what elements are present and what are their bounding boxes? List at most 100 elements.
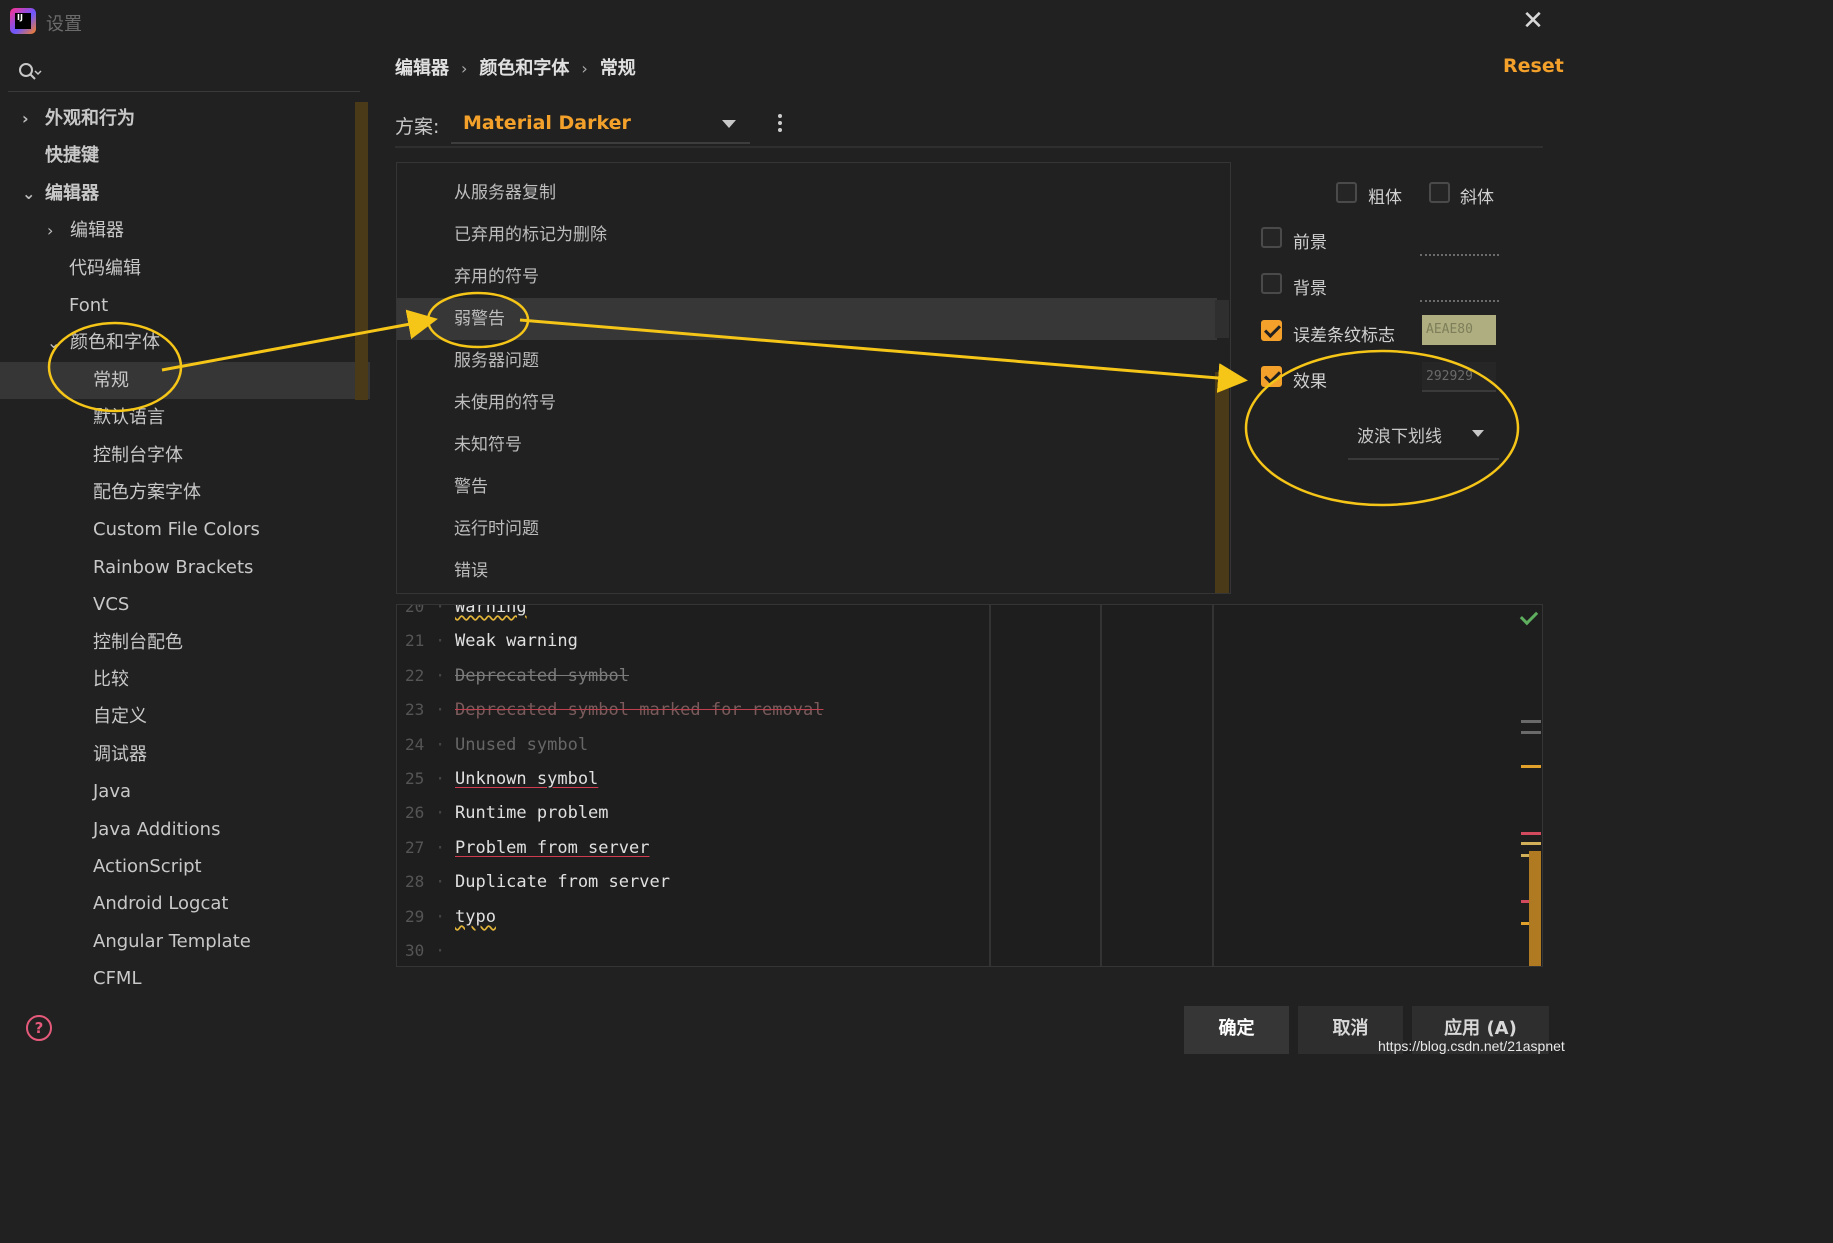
- sidebar-item[interactable]: 代码编辑: [0, 250, 370, 287]
- line-number: 29: [405, 906, 425, 926]
- error-stripe-mark[interactable]: [1521, 832, 1541, 835]
- line-number: 22: [405, 665, 425, 685]
- sidebar-item[interactable]: ⌄ 颜色和字体: [0, 324, 370, 361]
- line-number: 23: [405, 700, 425, 720]
- effect-type-select[interactable]: 波浪下划线: [1348, 416, 1499, 460]
- sidebar-item-label: 编辑器: [70, 220, 124, 242]
- line-number: 27: [405, 837, 425, 857]
- scheme-select[interactable]: Material Darker: [451, 106, 750, 144]
- sidebar-item-label: 默认语言: [93, 407, 165, 429]
- error-stripe-mark[interactable]: [1521, 720, 1541, 723]
- scheme-value: Material Darker: [463, 112, 631, 134]
- sidebar-item[interactable]: › 外观和行为: [0, 100, 370, 137]
- attribute-list-item[interactable]: 警告: [397, 466, 1217, 508]
- scheme-label: 方案:: [395, 116, 440, 138]
- sidebar-item[interactable]: 快捷键: [0, 137, 370, 174]
- attributes-list: 从服务器复制 已弃用的标记为删除 弃用的符号 弱警告 服务器问题 未使用的符号 未知符号 警告…: [396, 162, 1231, 594]
- close-icon[interactable]: ✕: [1518, 6, 1548, 36]
- title-bar: IJ 设置 ✕: [0, 0, 1568, 44]
- sidebar-item-label: ActionScript: [93, 856, 202, 877]
- sidebar-item[interactable]: 常规: [0, 361, 370, 399]
- chevron-down-icon[interactable]: ⌄: [22, 175, 35, 212]
- attribute-list-item[interactable]: 弱警告: [397, 298, 1217, 340]
- list-scrollbar[interactable]: [1215, 372, 1229, 593]
- line-number: 26: [405, 803, 425, 823]
- italic-checkbox[interactable]: [1429, 182, 1450, 203]
- chevron-right-icon[interactable]: ›: [22, 100, 29, 137]
- sidebar-item[interactable]: Java Additions: [0, 811, 370, 848]
- sidebar-item[interactable]: 自定义: [0, 698, 370, 735]
- error-stripe-checkbox[interactable]: [1261, 320, 1282, 341]
- sidebar-item[interactable]: CFML: [0, 960, 370, 997]
- sidebar-item[interactable]: VCS: [0, 586, 370, 623]
- attribute-list-item[interactable]: 弃用的符号: [397, 256, 1217, 298]
- code-text: Duplicate from server: [455, 872, 670, 893]
- ok-button[interactable]: 确定: [1184, 1006, 1289, 1054]
- attribute-list-item[interactable]: 服务器问题: [397, 340, 1217, 382]
- foreground-checkbox[interactable]: [1261, 227, 1282, 248]
- attribute-list-item[interactable]: 未知符号: [397, 424, 1217, 466]
- sidebar-item[interactable]: Custom File Colors: [0, 511, 370, 548]
- error-stripe-color-field[interactable]: AEAE80: [1422, 315, 1496, 345]
- sidebar-item-label: CFML: [93, 968, 142, 990]
- sidebar-item[interactable]: Java: [0, 773, 370, 810]
- whitespace-dot-icon: ·: [435, 665, 446, 686]
- sidebar-item-label: Android Logcat: [93, 893, 229, 915]
- bold-checkbox[interactable]: [1336, 182, 1357, 203]
- sidebar-item[interactable]: ⌄ 编辑器: [0, 175, 370, 212]
- sidebar-item[interactable]: 控制台配色: [0, 624, 370, 661]
- reset-link[interactable]: Reset: [1503, 55, 1564, 77]
- background-label: 背景: [1293, 279, 1327, 299]
- effect-checkbox[interactable]: [1261, 366, 1282, 387]
- code-line: 20 · Warning: [397, 604, 987, 624]
- sidebar-item[interactable]: 比较: [0, 661, 370, 698]
- breadcrumb-item[interactable]: 颜色和字体: [479, 54, 569, 80]
- sidebar-item-label: 常规: [93, 369, 129, 391]
- breadcrumb-separator-icon: ›: [581, 59, 588, 78]
- error-stripe-mark[interactable]: [1521, 765, 1541, 768]
- chevron-right-icon[interactable]: ›: [47, 212, 53, 249]
- sidebar-item-label: 控制台字体: [93, 444, 183, 466]
- error-stripe-mark[interactable]: [1521, 842, 1541, 845]
- effect-color-field[interactable]: 292929: [1422, 362, 1496, 392]
- background-color-field[interactable]: [1420, 300, 1499, 302]
- attribute-list-item[interactable]: 从服务器复制: [397, 172, 1217, 214]
- help-icon[interactable]: ?: [26, 1015, 52, 1041]
- chevron-down-icon[interactable]: ⌄: [47, 324, 60, 361]
- guide-line: [1212, 605, 1214, 966]
- settings-search-input[interactable]: [8, 52, 360, 92]
- more-options-icon[interactable]: [776, 114, 790, 136]
- sidebar-item[interactable]: Font: [0, 287, 370, 324]
- sidebar-item-label: VCS: [93, 594, 130, 616]
- code-line: 27 · Problem from server: [397, 831, 987, 865]
- window-title: 设置: [46, 14, 82, 35]
- sidebar-item[interactable]: ActionScript: [0, 848, 370, 885]
- background-checkbox[interactable]: [1261, 273, 1282, 294]
- sidebar-item-label: 颜色和字体: [70, 332, 160, 354]
- guide-line: [1100, 605, 1102, 966]
- sidebar-item[interactable]: › 编辑器: [0, 212, 370, 249]
- foreground-color-field[interactable]: [1420, 254, 1499, 256]
- code-text: Problem from server: [455, 837, 650, 858]
- preview-editor[interactable]: 20 · Warning 21 · Weak warning 22 · Deprecated s…: [396, 604, 1543, 967]
- whitespace-dot-icon: ·: [435, 734, 446, 755]
- sidebar-item[interactable]: 控制台字体: [0, 437, 370, 474]
- chevron-down-icon: [1472, 430, 1484, 437]
- editor-scrollbar[interactable]: [1529, 851, 1541, 966]
- whitespace-dot-icon: ·: [435, 700, 446, 721]
- attribute-list-item[interactable]: 错误: [397, 550, 1217, 592]
- breadcrumb-item[interactable]: 编辑器: [395, 54, 449, 80]
- whitespace-dot-icon: ·: [435, 604, 446, 617]
- sidebar-item[interactable]: Angular Template: [0, 923, 370, 960]
- sidebar-item[interactable]: 配色方案字体: [0, 474, 370, 511]
- error-stripe-mark[interactable]: [1521, 731, 1541, 734]
- sidebar-item[interactable]: Android Logcat: [0, 885, 370, 922]
- attribute-list-item[interactable]: 已弃用的标记为删除: [397, 214, 1217, 256]
- attribute-list-item[interactable]: 运行时问题: [397, 508, 1217, 550]
- code-text: Warning: [455, 604, 527, 617]
- attribute-list-item[interactable]: 未使用的符号: [397, 382, 1217, 424]
- sidebar-item[interactable]: Rainbow Brackets: [0, 549, 370, 586]
- sidebar-scrollbar[interactable]: [355, 102, 368, 400]
- sidebar-item[interactable]: 默认语言: [0, 399, 370, 436]
- sidebar-item[interactable]: 调试器: [0, 736, 370, 773]
